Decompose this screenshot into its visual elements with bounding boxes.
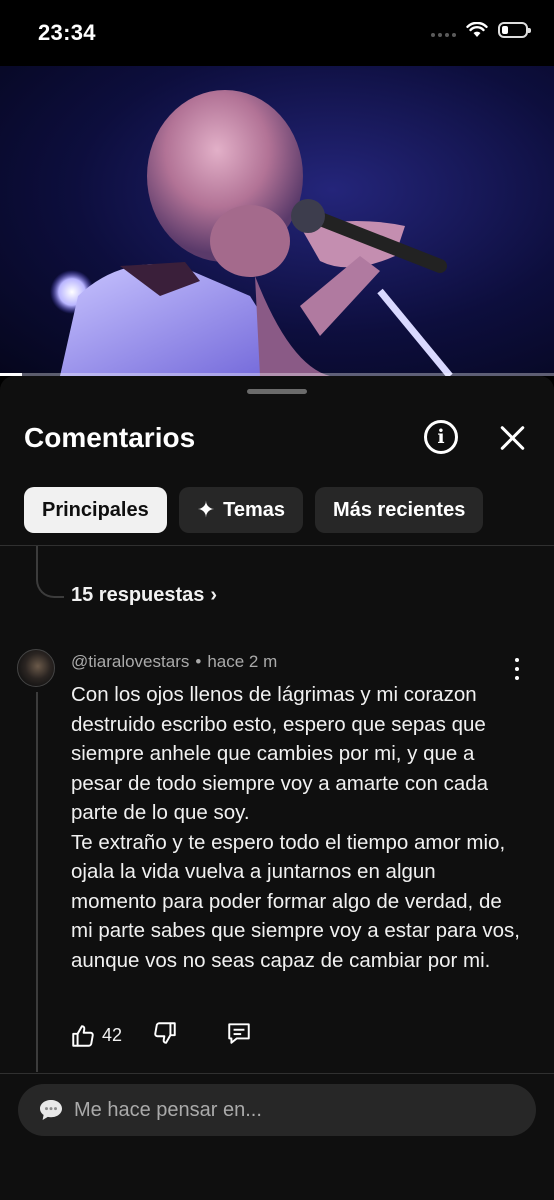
replies-count-label: 15 respuestas <box>71 584 205 606</box>
comment-meta: @tiaralovestars • hace 2 m <box>71 652 277 672</box>
divider <box>0 545 554 546</box>
divider <box>0 1073 554 1074</box>
comments-panel: Comentarios i Principales ✦ Temas Más re… <box>0 376 554 1200</box>
wifi-icon <box>466 22 488 37</box>
comment-actions: 42 <box>70 1020 252 1051</box>
filter-chips: Principales ✦ Temas Más recientes <box>24 487 484 533</box>
comment-input[interactable] <box>72 1097 496 1123</box>
more-options-icon[interactable] <box>510 658 524 680</box>
comment-time: hace 2 m <box>207 652 278 671</box>
battery-icon <box>498 22 531 38</box>
filter-chip-label: Principales <box>42 498 149 521</box>
filter-chip-temas[interactable]: ✦ Temas <box>178 487 304 533</box>
panel-title: Comentarios <box>24 422 196 453</box>
filter-chip-principales[interactable]: Principales <box>24 487 167 533</box>
status-icons <box>431 22 531 38</box>
video-player[interactable] <box>0 66 554 376</box>
info-icon[interactable]: i <box>424 420 458 454</box>
thread-line <box>36 692 38 1072</box>
reply-comment-icon <box>228 1023 250 1044</box>
like-count: 42 <box>102 1025 123 1045</box>
thread-connector <box>36 546 64 598</box>
reply-button[interactable] <box>226 1020 252 1051</box>
cellular-signal-icon <box>431 23 456 37</box>
status-time: 23:34 <box>38 20 96 45</box>
status-bar: 23:34 <box>0 0 554 66</box>
filter-chip-label: Más recientes <box>333 498 466 521</box>
chevron-right-icon: › <box>210 584 218 606</box>
view-replies-link[interactable]: 15 respuestas › <box>71 584 217 607</box>
comment-author[interactable]: @tiaralovestars <box>71 652 189 671</box>
close-icon[interactable] <box>496 422 528 454</box>
thumbs-up-icon <box>72 1024 94 1047</box>
comment-text: Con los ojos llenos de lágrimas y mi cor… <box>71 683 520 972</box>
dislike-button[interactable] <box>152 1020 178 1051</box>
sparkle-icon: ✦ <box>196 497 216 522</box>
meta-separator: • <box>195 652 202 671</box>
filter-chip-label: Temas <box>223 498 286 521</box>
speech-bubble-icon <box>40 1100 62 1120</box>
drag-handle[interactable] <box>247 389 307 394</box>
comment-composer[interactable] <box>18 1084 536 1136</box>
video-frame <box>50 90 453 376</box>
filter-chip-mas-recientes[interactable]: Más recientes <box>315 487 484 533</box>
thumbs-down-icon <box>154 1022 176 1044</box>
like-button[interactable]: 42 <box>70 1023 122 1049</box>
avatar[interactable] <box>17 649 55 687</box>
